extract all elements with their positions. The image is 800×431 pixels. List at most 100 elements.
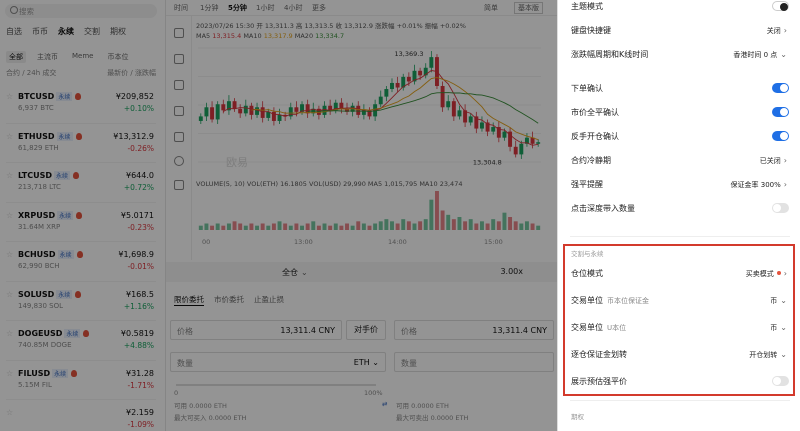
filter-meme[interactable]: Meme <box>69 51 96 63</box>
setting-row[interactable]: 键盘快捷键 关闭 › <box>558 18 800 42</box>
amount-slider[interactable] <box>176 384 376 386</box>
tab-limit-order[interactable]: 限价委托 <box>174 294 204 306</box>
header-price[interactable]: 最新价 / 涨跌幅 <box>107 68 156 78</box>
candle <box>378 96 383 105</box>
setting-value-text: 关闭 <box>766 27 781 35</box>
interval-1m[interactable]: 1分钟 <box>200 3 218 13</box>
price-input-sell[interactable]: 价格 13,311.4 CNY <box>394 320 554 340</box>
quantity-input[interactable]: 数量 ETH ⌄ <box>170 352 386 372</box>
setting-label: 合约冷静期 <box>571 156 611 165</box>
star-icon[interactable]: ☆ <box>6 211 13 219</box>
symbol-text: XRPUSD <box>18 210 56 220</box>
market-row[interactable]: ☆ ETHUSD 永续 61,829 ETH ¥13,312.9 -0.26% <box>6 124 156 163</box>
setting-row[interactable]: 下单确认 <box>558 76 800 100</box>
setting-row[interactable]: 市价全平确认 <box>558 100 800 124</box>
max-sell: 最大可卖出 0.0000 ETH <box>396 414 469 422</box>
quantity-input-sell[interactable]: 数量 <box>394 352 554 372</box>
margin-bar: 全仓 ⌄ 3.00x <box>166 262 557 282</box>
row-symbol: XRPUSD 永续 <box>18 210 83 220</box>
tab-futures[interactable]: 交割 <box>84 26 100 37</box>
volume-bar <box>232 221 237 230</box>
available-buy: 可用 0.0000 ETH <box>174 402 227 410</box>
filter-coin-margined[interactable]: 币本位 <box>104 51 131 63</box>
volume-bar <box>322 223 327 230</box>
market-filter-tabs: 全部 主流币 Meme 币本位 <box>6 51 139 63</box>
setting-label: 下单确认 <box>571 84 603 93</box>
tab-favorites[interactable]: 自选 <box>6 26 22 37</box>
interval-4h[interactable]: 4小时 <box>284 3 302 13</box>
star-icon[interactable]: ☆ <box>6 251 13 259</box>
volume-bar <box>255 225 260 230</box>
setting-row[interactable]: 涨跌幅周期和K线时间 香港时间 0 点 ⌄ <box>558 42 800 66</box>
market-row[interactable]: ☆ SOLUSD 永续 149,830 SOL ¥168.5 +1.16% <box>6 282 156 321</box>
leverage-value[interactable]: 3.00x <box>500 267 523 276</box>
margin-mode-value: 全仓 <box>282 268 298 277</box>
toggle-switch[interactable] <box>772 83 789 93</box>
row-price: ¥0.5819 <box>120 329 154 338</box>
row-change: -0.23% <box>127 222 154 232</box>
candle <box>536 142 541 144</box>
volume-bar <box>260 223 265 230</box>
price-value: 13,311.4 CNY <box>280 326 335 335</box>
tab-spot[interactable]: 币币 <box>32 26 48 37</box>
setting-row[interactable]: 强平提醒 保证金率 300% › <box>558 172 800 196</box>
theme-toggle[interactable] <box>772 1 789 11</box>
market-row[interactable]: ☆ LTCUSD 永续 213,718 LTC ¥644.0 +0.72% <box>6 163 156 203</box>
perp-badge: 永续 <box>64 329 81 338</box>
candle <box>446 101 451 108</box>
transfer-icon[interactable]: ⇄ <box>382 400 387 408</box>
market-row[interactable]: ☆ ¥2.159 -1.09% <box>6 400 156 431</box>
counterparty-price-button[interactable]: 对手价 <box>346 320 386 340</box>
star-icon[interactable]: ☆ <box>6 369 13 377</box>
header-contract[interactable]: 合约 / 24h 成交 <box>6 69 56 77</box>
tab-options[interactable]: 期权 <box>110 26 126 37</box>
setting-row[interactable]: 点击深度带入数量 <box>558 196 800 220</box>
row-symbol: SOLUSD 永续 <box>18 289 82 299</box>
chart-style-simple[interactable]: 简单 <box>484 3 498 13</box>
price-input[interactable]: 价格 13,311.4 CNY <box>170 320 342 340</box>
setting-row[interactable]: 反手开仓确认 <box>558 124 800 148</box>
market-row[interactable]: ☆ BCHUSD 永续 62,990 BCH ¥1,698.9 -0.01% <box>6 242 156 282</box>
candlestick-chart[interactable]: 13,369.3 13,304.8 欧易 00 13:00 14:00 15:00 <box>166 16 557 260</box>
setting-row[interactable]: 合约冷静期 已关闭 › <box>558 148 800 172</box>
interval-1h[interactable]: 1小时 <box>256 3 274 13</box>
interval-5m[interactable]: 5分钟 <box>228 3 247 13</box>
perp-badge: 永续 <box>54 171 71 180</box>
candle <box>395 82 400 88</box>
star-icon[interactable]: ☆ <box>6 93 13 101</box>
candle <box>198 116 203 121</box>
price-label: 价格 <box>177 327 193 336</box>
hot-icon <box>73 172 80 179</box>
tab-perpetual[interactable]: 永续 <box>58 26 74 37</box>
star-icon[interactable]: ☆ <box>6 172 13 180</box>
toggle-switch[interactable] <box>772 131 789 141</box>
chart-style-basic[interactable]: 基本版 <box>514 2 543 14</box>
volume-bar <box>384 219 389 230</box>
toggle-switch[interactable] <box>772 203 789 213</box>
market-search-input[interactable]: 搜索 <box>5 4 157 18</box>
candle <box>277 114 282 121</box>
star-icon[interactable]: ☆ <box>6 330 13 338</box>
filter-all[interactable]: 全部 <box>6 51 26 63</box>
star-icon[interactable]: ☆ <box>6 409 13 417</box>
setting-row[interactable]: 主题模式 <box>558 0 800 18</box>
market-row[interactable]: ☆ DOGEUSD 永续 740.85M DOGE ¥0.5819 +4.88% <box>6 321 156 361</box>
volume-bar <box>311 221 316 230</box>
market-row[interactable]: ☆ XRPUSD 永续 31.64M XRP ¥5.0171 -0.23% <box>6 203 156 242</box>
tab-market-order[interactable]: 市价委托 <box>214 294 244 306</box>
volume-bar <box>283 223 288 230</box>
margin-mode-select[interactable]: 全仓 ⌄ <box>282 267 308 278</box>
toggle-switch[interactable] <box>772 107 789 117</box>
setting-label: 点击深度带入数量 <box>571 204 635 213</box>
interval-time[interactable]: 时间 <box>174 3 188 13</box>
hot-icon <box>75 93 82 100</box>
market-row[interactable]: ☆ FILUSD 永续 5.15M FIL ¥31.28 -1.71% <box>6 361 156 400</box>
order-type-tabs: 限价委托 市价委托 止盈止损 <box>174 294 294 306</box>
tab-tp-sl[interactable]: 止盈止损 <box>254 294 284 306</box>
star-icon[interactable]: ☆ <box>6 132 13 140</box>
volume-bar <box>249 223 254 230</box>
market-row[interactable]: ☆ BTCUSD 永续 6,937 BTC ¥209,852 +0.10% <box>6 84 156 124</box>
filter-mainstream[interactable]: 主流币 <box>34 51 61 63</box>
star-icon[interactable]: ☆ <box>6 290 13 298</box>
interval-more[interactable]: 更多 <box>312 3 326 13</box>
